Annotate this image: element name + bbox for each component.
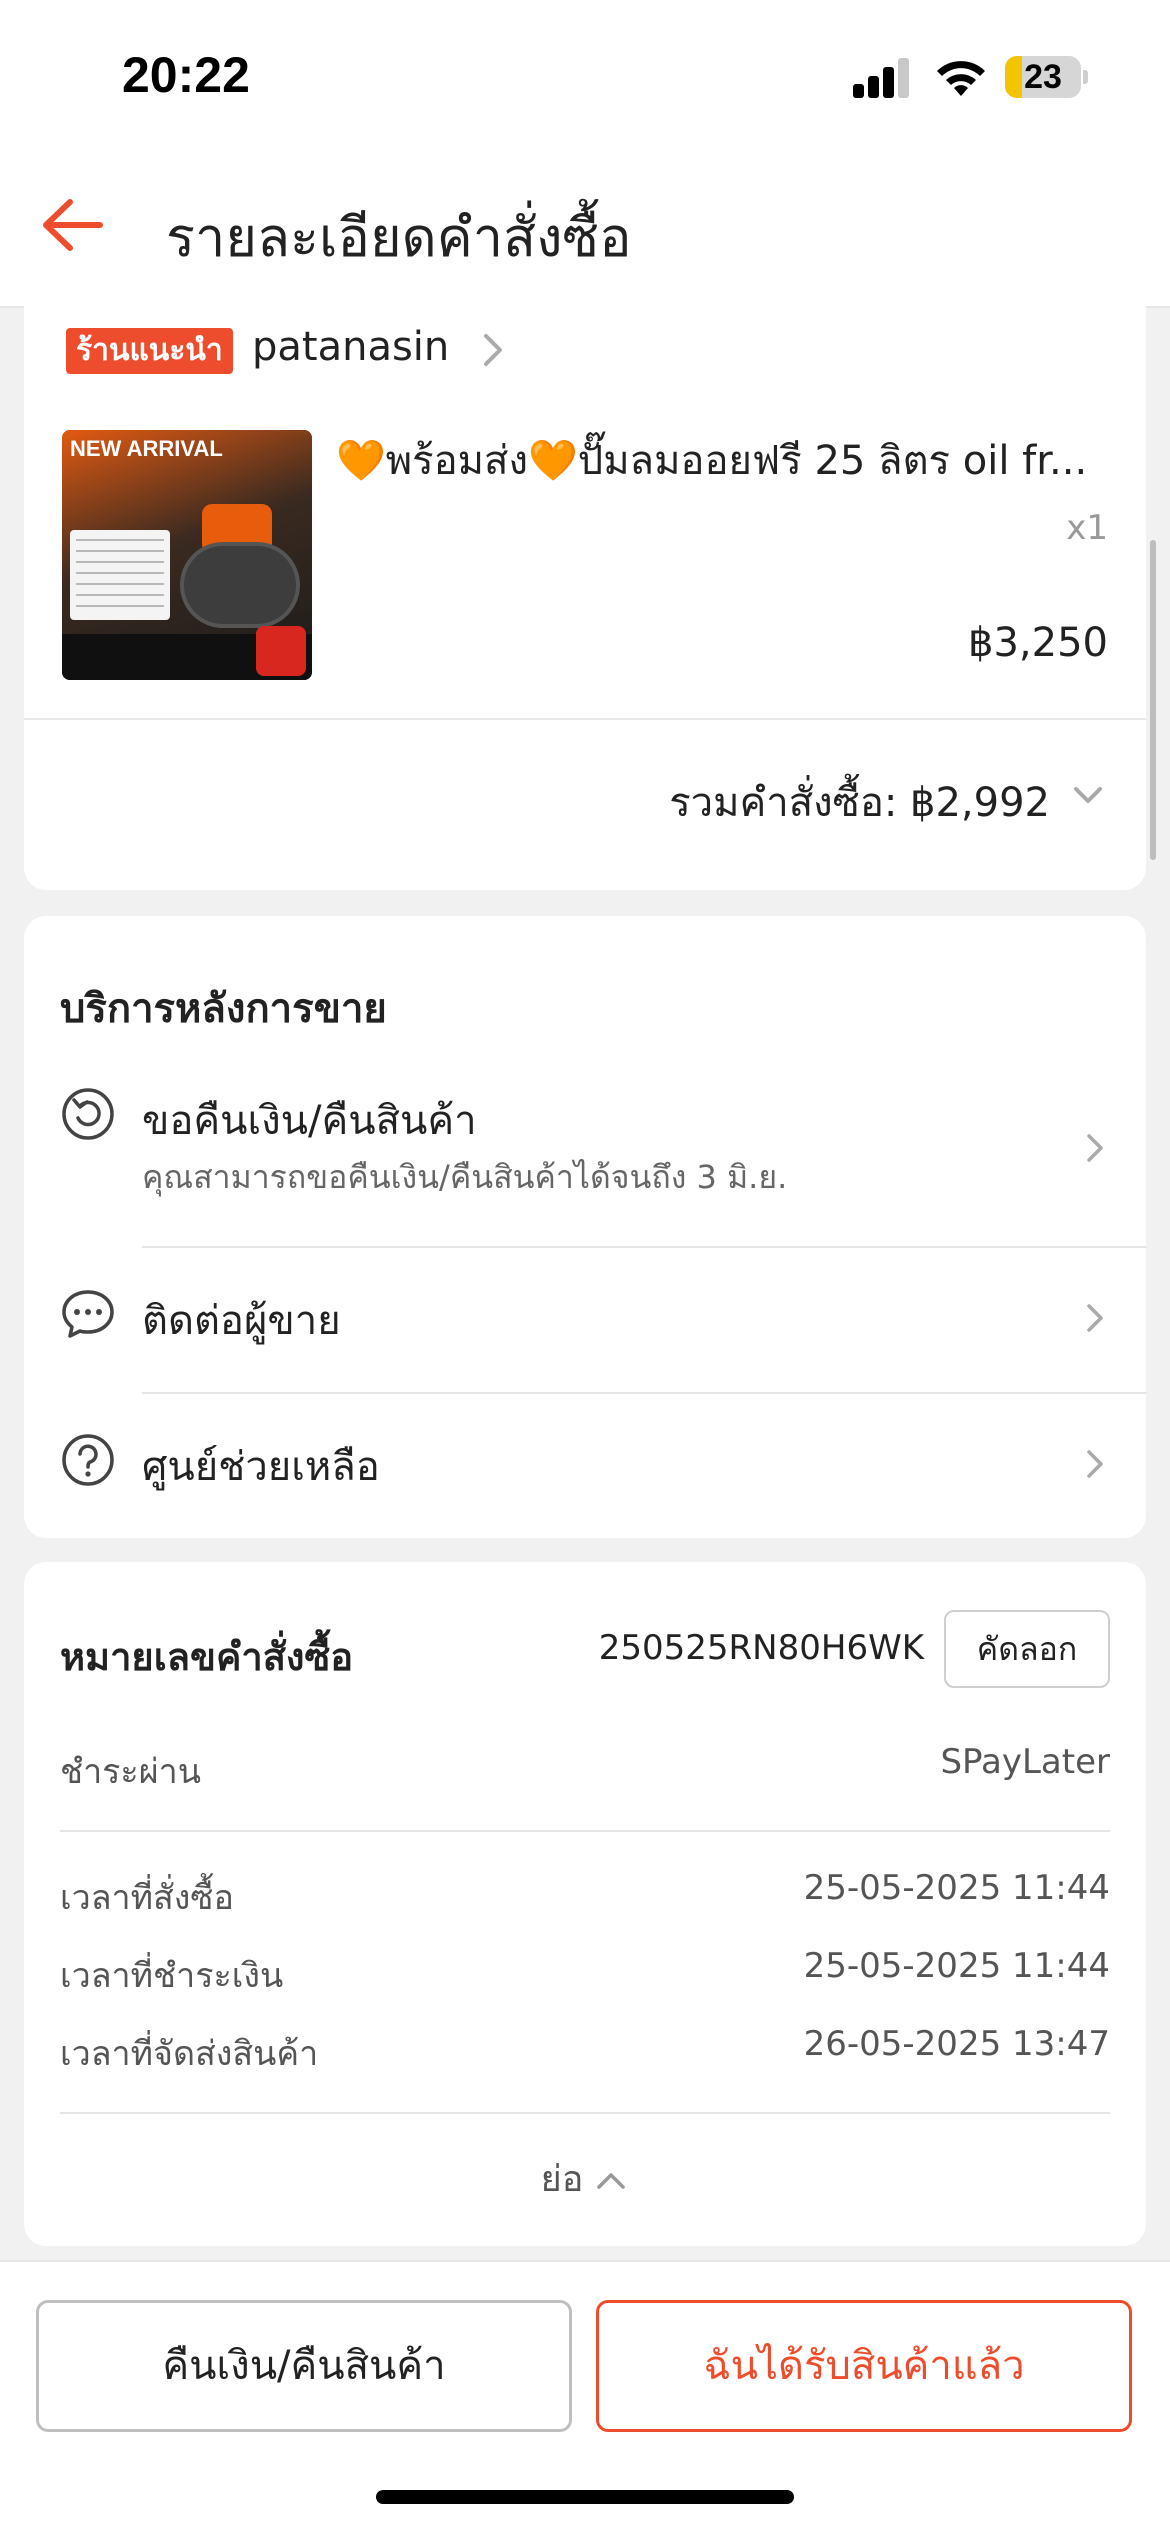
battery-level: 23: [1024, 58, 1062, 96]
status-time: 20:22: [122, 47, 250, 103]
return-refund-button[interactable]: คืนเงิน/คืนสินค้า: [36, 2300, 572, 2432]
chat-icon: [62, 1290, 114, 1338]
return-refund-label: ขอคืนเงิน/คืนสินค้า: [142, 1098, 477, 1144]
chevron-right-icon: [1087, 1134, 1103, 1162]
order-time-label: เวลาที่สั่งซื้อ: [60, 1878, 234, 1918]
product-title[interactable]: 🧡พร้อมส่ง🧡ปั๊มลมออยฟรี 25 ลิตร oil fr...: [336, 428, 1126, 492]
product-price: ฿3,250: [968, 620, 1108, 666]
help-center-label: ศูนย์ช่วยเหลือ: [142, 1444, 380, 1490]
preferred-shop-badge: ร้านแนะนำ: [66, 328, 233, 374]
order-received-button[interactable]: ฉันได้รับสินค้าแล้ว: [596, 2300, 1132, 2432]
help-icon: [62, 1434, 114, 1486]
ship-time-value: 26-05-2025 13:47: [803, 2024, 1110, 2064]
chevron-right-icon: [1087, 1304, 1103, 1332]
product-quantity: x1: [1066, 508, 1108, 548]
product-image[interactable]: NEW ARRIVAL: [62, 430, 312, 680]
payment-method-value: SPayLater: [940, 1742, 1110, 1782]
order-info-card: หมายเลขคำสั่งซื้อ 250525RN80H6WK คัดลอก …: [24, 1562, 1146, 2246]
chevron-down-icon[interactable]: [1068, 780, 1108, 810]
wifi-icon: [937, 61, 985, 96]
divider: [60, 1830, 1110, 1832]
bottom-action-bar: คืนเงิน/คืนสินค้า ฉันได้รับสินค้าแล้ว: [0, 2260, 1170, 2532]
order-number-label: หมายเลขคำสั่งซื้อ: [60, 1635, 354, 1679]
payment-time-label: เวลาที่ชำระเงิน: [60, 1956, 284, 1996]
ship-time-label: เวลาที่จัดส่งสินค้า: [60, 2034, 319, 2074]
after-sales-title: บริการหลังการขาย: [60, 986, 387, 1032]
return-icon: [62, 1088, 114, 1140]
status-bar: 20:22 23: [0, 0, 1170, 150]
chevron-right-icon: [1087, 1450, 1103, 1478]
divider: [60, 2112, 1110, 2114]
scrollbar[interactable]: [1150, 540, 1156, 860]
order-number: 250525RN80H6WK: [598, 1628, 924, 1668]
battery-icon: 23: [1005, 56, 1088, 98]
contact-seller-label: ติดต่อผู้ขาย: [142, 1298, 341, 1344]
divider: [24, 718, 1146, 720]
order-item-card: ร้านแนะนำ patanasin NEW ARRIVAL 🧡พร้อมส่…: [24, 290, 1146, 890]
product-image-caption: NEW ARRIVAL: [70, 436, 223, 461]
home-indicator[interactable]: [376, 2490, 794, 2504]
back-arrow-icon[interactable]: [38, 190, 108, 260]
shop-name[interactable]: patanasin: [252, 324, 449, 370]
return-refund-deadline: คุณสามารถขอคืนเงิน/คืนสินค้าได้จนถึง 3 ม…: [142, 1158, 788, 1196]
order-time-value: 25-05-2025 11:44: [803, 1868, 1110, 1908]
order-total[interactable]: รวมคำสั่งซื้อ: ฿2,992: [669, 770, 1050, 834]
top-nav-bar: รายละเอียดคำสั่งซื้อ: [0, 150, 1170, 308]
order-detail-page: 20:22 23 รายละเอียดคำสั่งซื้อ ร้านแนะนำ …: [0, 0, 1170, 2532]
payment-method-label: ชำระผ่าน: [60, 1752, 201, 1792]
chevron-right-icon[interactable]: [478, 330, 508, 370]
divider: [142, 1246, 1146, 1248]
cellular-signal-icon: [853, 58, 911, 98]
copy-order-number-button[interactable]: คัดลอก: [944, 1610, 1110, 1688]
after-sales-card: บริการหลังการขาย ขอคืนเงิน/คืนสินค้า คุณ…: [24, 916, 1146, 1538]
collapse-toggle[interactable]: ย่อ: [24, 2150, 1146, 2207]
page-title: รายละเอียดคำสั่งซื้อ: [166, 206, 632, 269]
collapse-label: ย่อ: [540, 2159, 584, 2200]
payment-time-value: 25-05-2025 11:44: [803, 1946, 1110, 1986]
divider: [142, 1392, 1146, 1394]
chevron-up-icon: [597, 2173, 626, 2189]
